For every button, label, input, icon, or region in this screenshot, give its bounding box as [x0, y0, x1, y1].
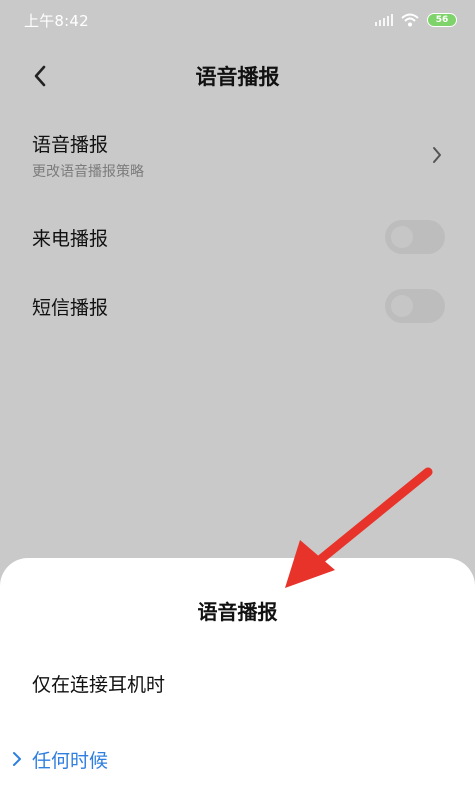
toggle-knob: [391, 295, 413, 317]
wifi-icon: [401, 13, 419, 27]
status-bar: 上午8:42 56: [0, 0, 475, 40]
status-time: 上午8:42: [24, 11, 89, 30]
toggle-knob: [391, 226, 413, 248]
chevron-left-icon: [34, 65, 46, 87]
call-broadcast-toggle[interactable]: [385, 220, 445, 254]
bottom-sheet: 语音播报 仅在连接耳机时 任何时候: [0, 558, 475, 791]
call-broadcast-label: 来电播报: [32, 227, 109, 250]
voice-broadcast-title: 语音播报: [32, 133, 109, 156]
signal-icon: [375, 14, 393, 26]
voice-broadcast-subtitle: 更改语音播报策略: [32, 163, 144, 180]
voice-broadcast-item[interactable]: 语音播报 更改语音播报策略: [0, 122, 475, 188]
status-icons: 56: [375, 13, 457, 27]
option-label: 任何时候: [32, 749, 109, 772]
chevron-right-icon: [431, 145, 445, 165]
voice-broadcast-text: 语音播报 更改语音播报策略: [32, 130, 144, 181]
call-broadcast-item: 来电播报: [0, 205, 475, 269]
option-anytime[interactable]: 任何时候: [0, 736, 475, 782]
sms-broadcast-item: 短信播报: [0, 274, 475, 338]
back-button[interactable]: [26, 62, 54, 90]
sms-broadcast-toggle[interactable]: [385, 289, 445, 323]
sms-broadcast-label: 短信播报: [32, 296, 109, 319]
option-label: 仅在连接耳机时: [32, 673, 166, 696]
sheet-title: 语音播报: [197, 600, 278, 624]
header: 语音播报: [0, 50, 475, 102]
page-title: 语音播报: [195, 65, 280, 89]
option-headphones-only[interactable]: 仅在连接耳机时: [0, 660, 475, 706]
battery-icon: 56: [427, 13, 457, 27]
battery-level: 56: [435, 15, 449, 25]
selected-chevron-icon: [12, 750, 24, 768]
